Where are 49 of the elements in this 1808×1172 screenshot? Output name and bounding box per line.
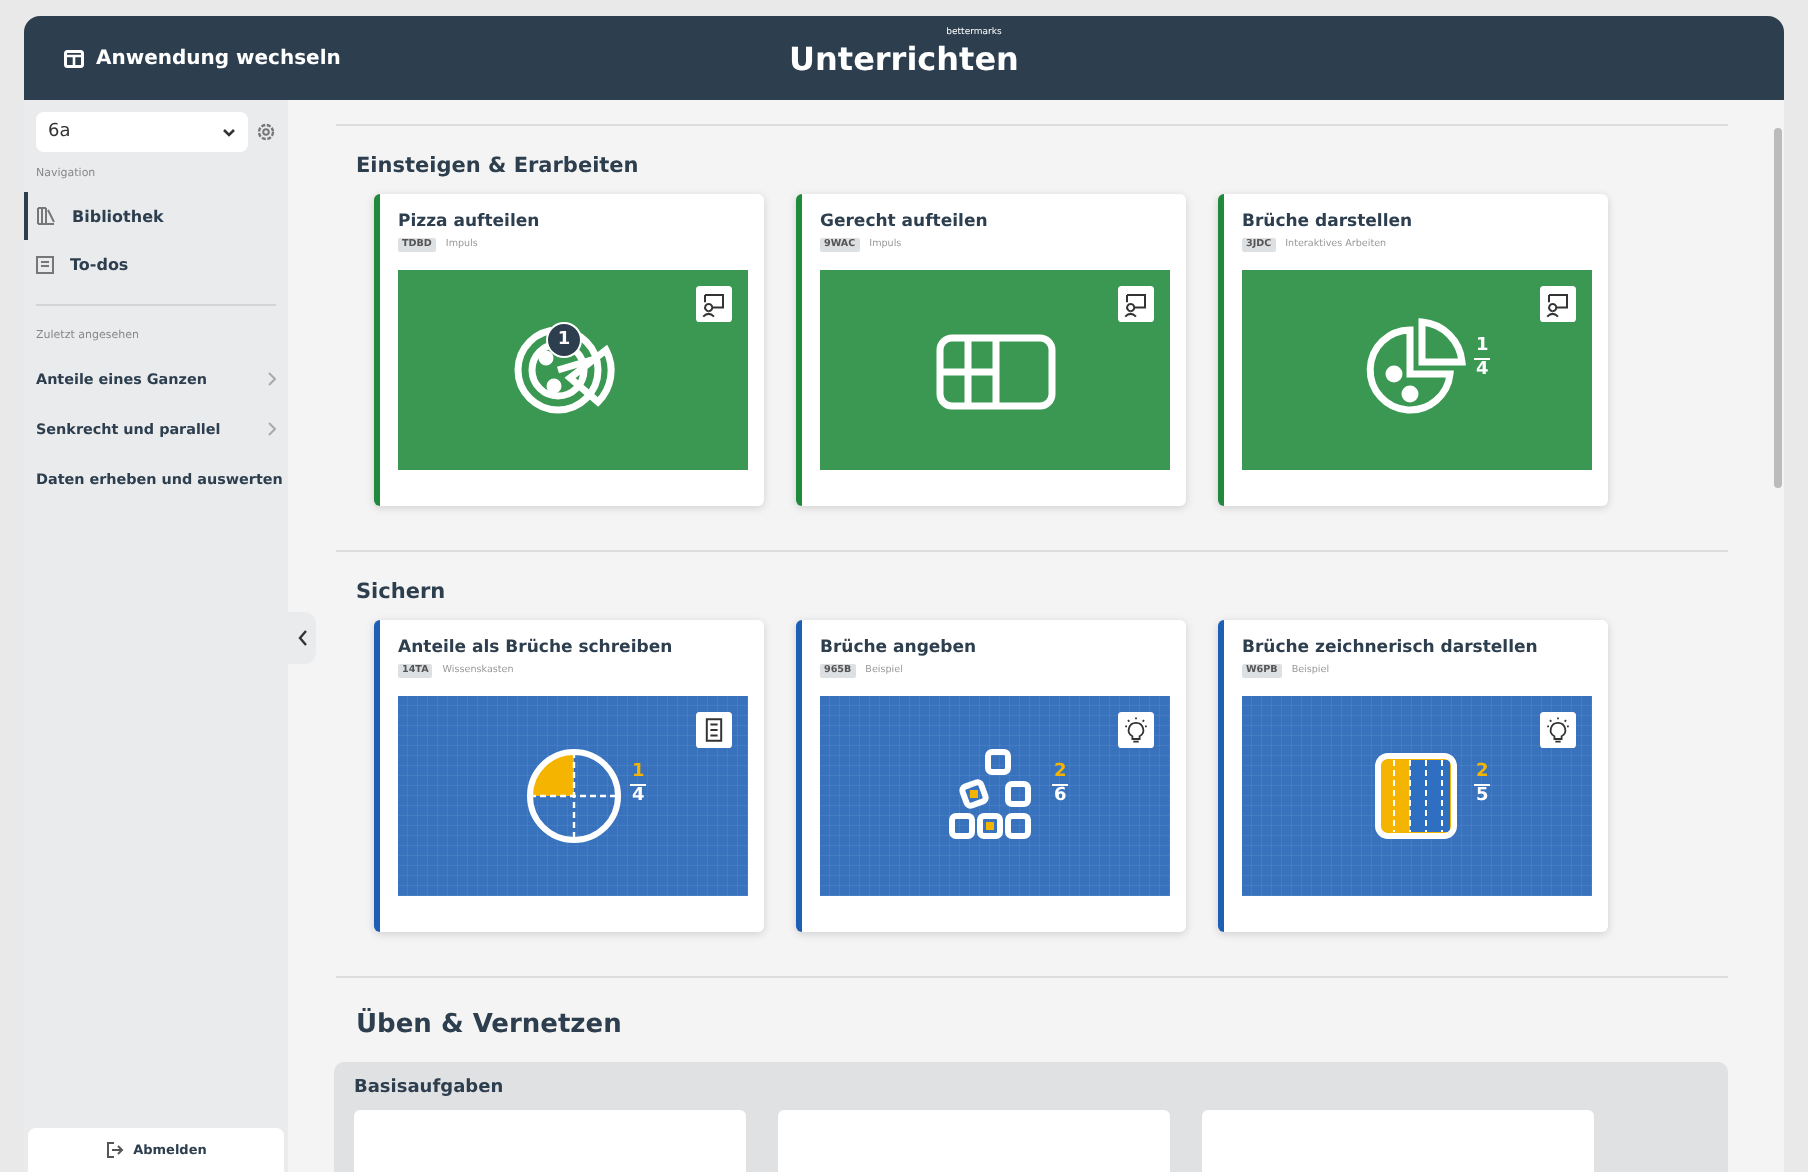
chevron-right-icon: [268, 372, 276, 386]
section-title: Üben & Vernetzen: [356, 1010, 624, 1040]
fraction-numerator: 2: [1474, 762, 1491, 786]
task-card[interactable]: [354, 1110, 746, 1172]
group-title: Basisaufgaben: [354, 1078, 506, 1098]
card-title: Anteile als Brüche schreiben: [398, 638, 675, 658]
logout-icon: [105, 1142, 124, 1158]
window-icon: [64, 49, 84, 67]
app-title: Unterrichten: [789, 40, 1019, 80]
task-card[interactable]: [778, 1110, 1170, 1172]
presentation-icon: [696, 286, 732, 322]
chevron-right-icon: [268, 422, 276, 436]
pizza-icon: [514, 326, 615, 414]
scrollbar-thumb[interactable]: [1774, 128, 1782, 488]
card-title: Brüche angeben: [820, 638, 979, 658]
cubes-icon: [949, 749, 1031, 839]
card-title: Brüche zeichnerisch darstellen: [1242, 638, 1540, 658]
task-card[interactable]: [1202, 1110, 1594, 1172]
lightbulb-icon: [1118, 712, 1154, 748]
nav-item[interactable]: Bibliothek: [24, 192, 276, 240]
fraction-denominator: 4: [632, 786, 645, 808]
card-title: Brüche darstellen: [1242, 212, 1415, 232]
switch-app-button[interactable]: Anwendung wechseln: [64, 47, 341, 69]
presentation-icon: [1540, 286, 1576, 322]
fraction-denominator: 5: [1476, 786, 1489, 808]
lightbulb-icon: [1540, 712, 1576, 748]
chevron-left-icon: [297, 630, 307, 646]
fraction-numerator: 2: [1052, 762, 1069, 786]
fraction-numerator: 1: [630, 762, 647, 786]
chocolate-bar-icon: [936, 334, 1056, 410]
nav-item[interactable]: To-dos: [24, 240, 276, 288]
fraction-denominator: 6: [1054, 786, 1067, 808]
list-icon: [36, 255, 54, 273]
presentation-icon: [1118, 286, 1154, 322]
section-title: Sichern: [356, 580, 448, 604]
fraction-bar-icon: [1375, 753, 1457, 839]
card-title: Pizza aufteilen: [398, 212, 542, 232]
book-icon: [696, 712, 732, 748]
chevron-down-icon: [222, 127, 236, 137]
fraction-denominator: 4: [1476, 360, 1489, 382]
class-select[interactable]: 6a: [36, 112, 248, 152]
quarter-circle-icon: [527, 749, 621, 843]
collapse-button[interactable]: [288, 612, 316, 664]
books-icon: [36, 206, 56, 226]
section-title: Einsteigen & Erarbeiten: [356, 154, 641, 178]
fraction-numerator: 1: [1474, 336, 1491, 360]
pizza-slice-icon: [1366, 318, 1466, 414]
card-title: Gerecht aufteilen: [820, 212, 990, 232]
settings-icon[interactable]: [256, 122, 276, 142]
